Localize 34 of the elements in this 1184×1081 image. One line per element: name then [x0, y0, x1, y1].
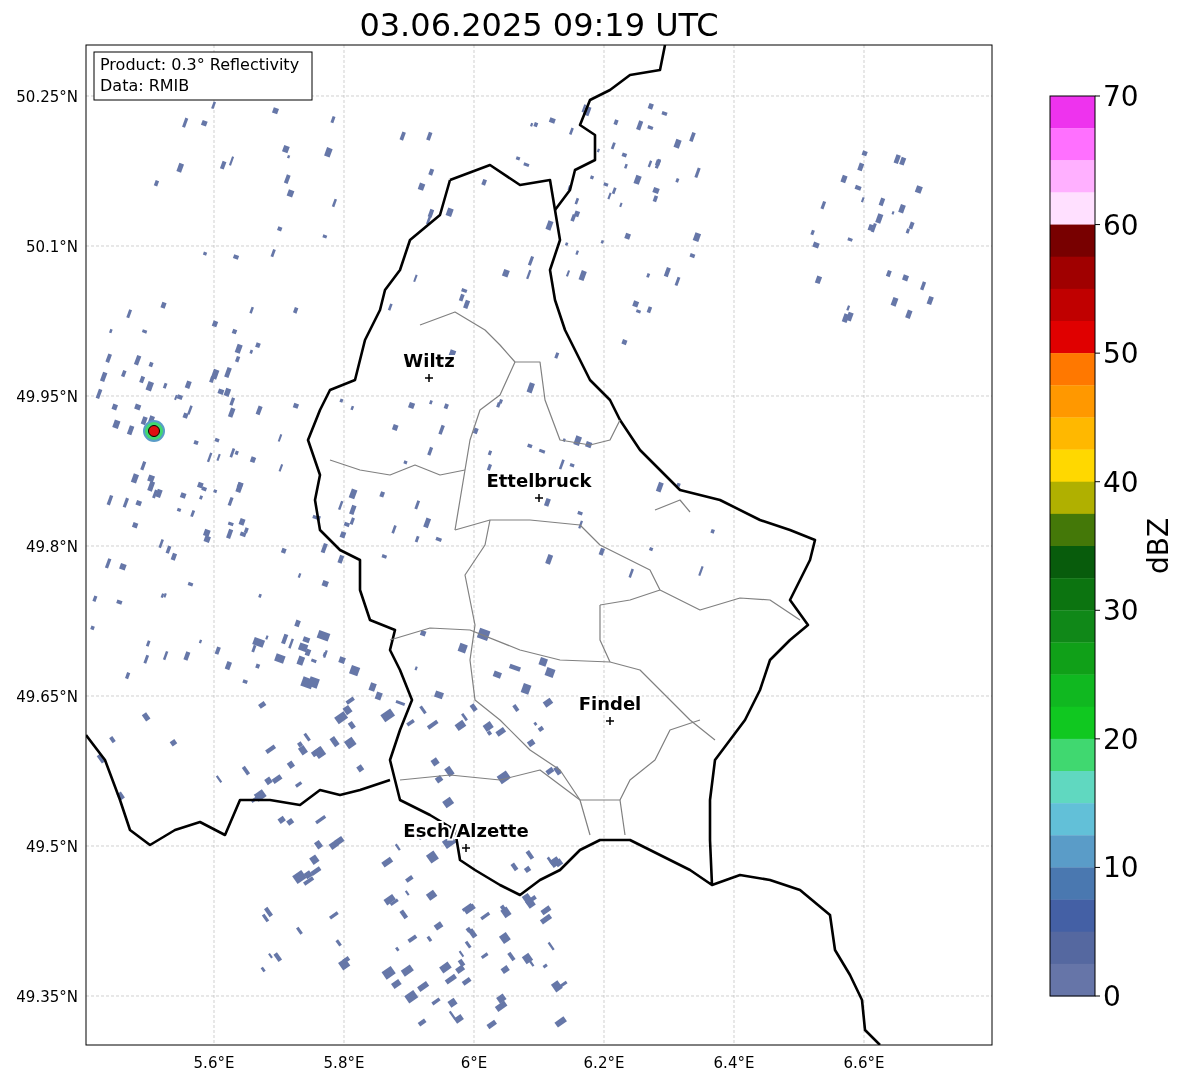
- latitude-label: 49.65°N: [16, 688, 78, 706]
- colorbar-tick-label: 40: [1103, 465, 1139, 499]
- longitude-label: 6.2°E: [583, 1054, 625, 1072]
- district-border: [654, 499, 691, 513]
- colorbar-tick-label: 50: [1103, 337, 1139, 371]
- longitude-label: 6°E: [460, 1054, 488, 1072]
- city-marker-icon: [534, 493, 544, 503]
- latitude-label: 49.35°N: [16, 988, 78, 1006]
- info-text: Data: RMIB: [100, 76, 190, 95]
- latitude-label: 50.1°N: [25, 238, 78, 256]
- city-marker-icon: [461, 843, 471, 853]
- colorbar-tick-label: 70: [1103, 80, 1139, 113]
- city-label: Wiltz: [403, 350, 455, 371]
- latitude-label: 49.5°N: [25, 838, 78, 856]
- colorbar-tick-label: 0: [1103, 980, 1121, 1013]
- city-label: Findel: [578, 693, 642, 714]
- colorbar-tick-label: 60: [1103, 208, 1139, 242]
- longitude-label: 5.6°E: [193, 1054, 235, 1072]
- latitude-label: 49.95°N: [16, 388, 78, 406]
- longitude-label: 6.6°E: [843, 1054, 885, 1072]
- latitude-label: 50.25°N: [16, 88, 78, 106]
- city-marker-icon: [605, 716, 615, 726]
- city-label: Ettelbruck: [486, 470, 592, 491]
- radar-site-icon: [143, 420, 165, 442]
- colorbar-tick-label: 20: [1103, 722, 1139, 756]
- chart-title: 03.06.2025 09:19 UTC: [359, 6, 719, 44]
- info-text: Product: 0.3° Reflectivity: [100, 55, 300, 74]
- colorbar-title: dBZ: [1142, 517, 1175, 575]
- latitude-label: 49.8°N: [25, 538, 78, 556]
- city-marker-icon: [424, 373, 434, 383]
- colorbar-tick-label: 10: [1103, 851, 1139, 885]
- colorbar-tick-label: 30: [1103, 594, 1139, 628]
- longitude-label: 6.4°E: [713, 1054, 755, 1072]
- longitude-label: 5.8°E: [323, 1054, 365, 1072]
